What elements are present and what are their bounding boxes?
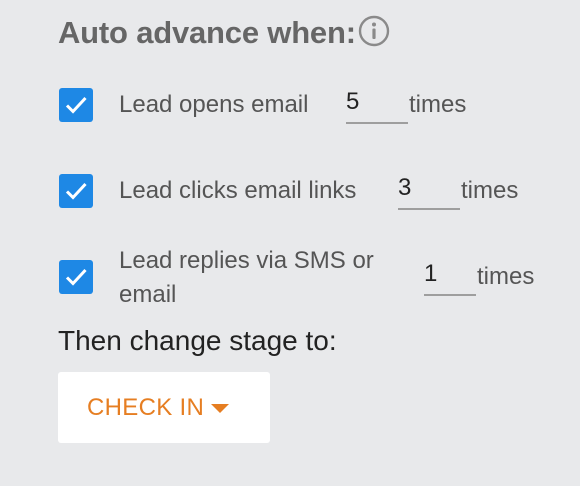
rule-3-label: Lead replies via SMS or email bbox=[119, 247, 374, 308]
rule-1-unit: times bbox=[409, 91, 467, 118]
info-icon[interactable] bbox=[358, 15, 390, 47]
rule-2-unit: times bbox=[461, 177, 519, 204]
rule-3-checkbox[interactable] bbox=[59, 260, 93, 294]
rule-2-checkbox[interactable] bbox=[59, 174, 93, 208]
rule-3-unit: times bbox=[477, 263, 535, 290]
stage-selected-value: CHECK IN bbox=[87, 394, 205, 421]
caret-down-icon bbox=[211, 404, 229, 413]
checkmark-icon bbox=[65, 96, 87, 114]
then-change-stage-label: Then change stage to: bbox=[58, 325, 337, 356]
checkmark-icon bbox=[65, 182, 87, 200]
stage-dropdown[interactable]: CHECK IN bbox=[58, 372, 270, 443]
rule-2-count-input[interactable] bbox=[398, 168, 460, 210]
rule-3-count-input[interactable] bbox=[424, 254, 476, 296]
checkmark-icon bbox=[65, 268, 87, 286]
rule-1-checkbox[interactable] bbox=[59, 88, 93, 122]
rule-1-label: Lead opens email bbox=[119, 91, 309, 118]
rule-2-label: Lead clicks email links bbox=[119, 177, 357, 204]
section-heading: Auto advance when: bbox=[58, 15, 356, 50]
rule-1-count-input[interactable] bbox=[346, 82, 408, 124]
